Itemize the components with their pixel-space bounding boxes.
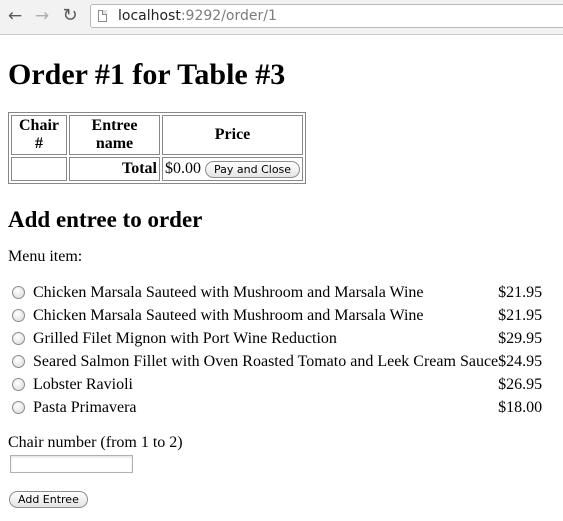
column-header-chair: Chair # bbox=[11, 115, 67, 155]
menu-item-name: Chicken Marsala Sauteed with Mushroom an… bbox=[33, 306, 424, 324]
page-icon bbox=[98, 10, 107, 22]
order-total-row: Total $0.00 Pay and Close bbox=[11, 157, 304, 181]
add-entree-heading: Add entree to order bbox=[8, 207, 203, 232]
menu-item-row[interactable]: Seared Salmon Fillet with Oven Roasted T… bbox=[8, 350, 542, 373]
forward-icon[interactable]: → bbox=[32, 6, 52, 26]
menu-item-row[interactable]: Chicken Marsala Sauteed with Mushroom an… bbox=[8, 304, 542, 327]
chair-number-label: Chair number (from 1 to 2) bbox=[8, 434, 183, 451]
menu-items-list: Chicken Marsala Sauteed with Mushroom an… bbox=[8, 281, 542, 419]
menu-item-radio[interactable] bbox=[12, 378, 25, 392]
menu-item-row[interactable]: Grilled Filet Mignon with Port Wine Redu… bbox=[8, 327, 542, 350]
menu-item-name: Pasta Primavera bbox=[33, 398, 137, 416]
column-header-price: Price bbox=[162, 115, 304, 155]
total-empty-cell bbox=[11, 157, 67, 181]
pay-and-close-button[interactable]: Pay and Close bbox=[205, 160, 301, 178]
total-label: Total bbox=[69, 157, 160, 181]
add-entree-button[interactable]: Add Entree bbox=[9, 491, 88, 508]
menu-item-radio[interactable] bbox=[12, 286, 25, 300]
menu-item-label: Menu item: bbox=[8, 248, 83, 265]
browser-toolbar: ← → ↻ localhost:9292/order/1 bbox=[0, 0, 563, 35]
total-value: $0.00 bbox=[165, 160, 201, 177]
menu-item-price: $24.95 bbox=[498, 352, 543, 370]
menu-item-row[interactable]: Chicken Marsala Sauteed with Mushroom an… bbox=[8, 281, 542, 304]
menu-item-row[interactable]: Lobster Ravioli $26.95 bbox=[8, 373, 542, 396]
order-table-header: Chair # Entree name Price bbox=[11, 115, 304, 155]
menu-item-radio[interactable] bbox=[12, 355, 25, 369]
menu-item-price: $21.95 bbox=[498, 306, 543, 324]
url-text[interactable]: localhost:9292/order/1 bbox=[118, 7, 277, 25]
menu-item-price: $29.95 bbox=[498, 329, 543, 347]
menu-item-radio[interactable] bbox=[12, 332, 25, 346]
reload-icon[interactable]: ↻ bbox=[60, 6, 80, 26]
menu-item-name: Seared Salmon Fillet with Oven Roasted T… bbox=[33, 352, 499, 370]
page-title: Order #1 for Table #3 bbox=[8, 58, 286, 91]
menu-item-name: Chicken Marsala Sauteed with Mushroom an… bbox=[33, 283, 424, 301]
page-content: Order #1 for Table #3 Chair # Entree nam… bbox=[8, 35, 558, 508]
menu-item-name: Grilled Filet Mignon with Port Wine Redu… bbox=[33, 329, 337, 347]
menu-item-row[interactable]: Pasta Primavera $18.00 bbox=[8, 396, 542, 419]
menu-item-price: $18.00 bbox=[498, 398, 543, 416]
menu-item-price: $21.95 bbox=[498, 283, 543, 301]
url-path: :9292/order/1 bbox=[180, 8, 277, 24]
address-bar[interactable]: localhost:9292/order/1 bbox=[90, 4, 563, 28]
url-host: localhost bbox=[118, 8, 181, 24]
menu-item-price: $26.95 bbox=[498, 375, 543, 393]
column-header-entree: Entree name bbox=[69, 115, 160, 155]
order-table: Chair # Entree name Price Total $0.00 Pa… bbox=[8, 112, 307, 184]
menu-item-name: Lobster Ravioli bbox=[33, 375, 133, 393]
back-icon[interactable]: ← bbox=[5, 6, 25, 26]
chair-number-input[interactable] bbox=[10, 455, 133, 473]
menu-item-radio[interactable] bbox=[12, 309, 25, 323]
menu-item-radio[interactable] bbox=[12, 401, 25, 415]
total-price-cell: $0.00 Pay and Close bbox=[162, 157, 304, 181]
